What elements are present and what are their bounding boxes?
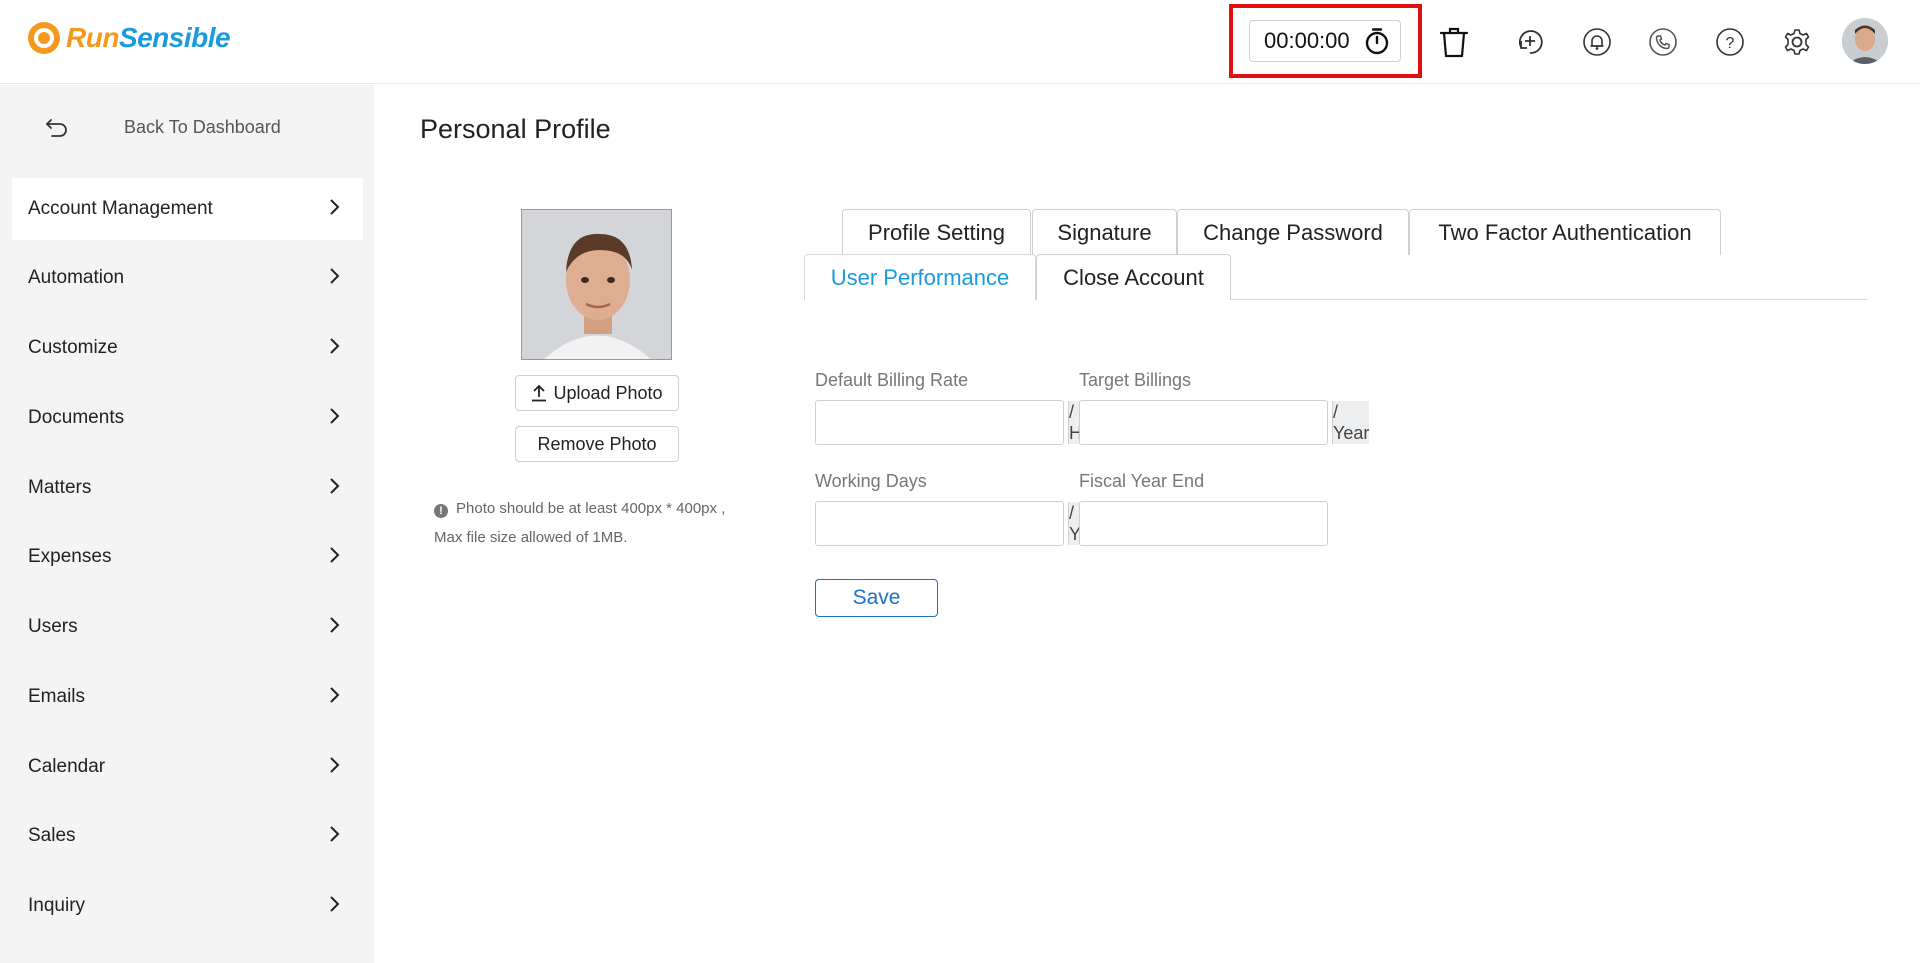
- info-icon: !: [434, 504, 448, 518]
- default-billing-rate-group: / Hr: [815, 400, 1088, 445]
- tab-label: Change Password: [1203, 219, 1383, 245]
- sidebar-item-emails[interactable]: Emails: [12, 666, 363, 728]
- per-year-addon: / Year: [1332, 401, 1370, 444]
- tab-change-password[interactable]: Change Password: [1177, 209, 1409, 255]
- working-days-group: / Year: [815, 501, 1105, 546]
- fiscal-year-end-group: [1079, 501, 1332, 546]
- chevron-right-icon: [330, 199, 340, 215]
- bell-icon[interactable]: [1577, 20, 1617, 64]
- working-days-label: Working Days: [815, 471, 927, 491]
- sidebar-item-label: Emails: [28, 686, 86, 707]
- tab-label: Signature: [1057, 219, 1152, 245]
- chevron-right-icon: [330, 896, 340, 912]
- chevron-right-icon: [330, 687, 340, 703]
- logo-text: RunSensible: [66, 22, 231, 53]
- sidebar-item-users[interactable]: Users: [12, 596, 363, 658]
- upload-icon: [532, 384, 547, 402]
- photo-note-line2: Max file size allowed of 1MB.: [434, 529, 628, 546]
- trash-icon[interactable]: [1434, 20, 1474, 64]
- page-title: Personal Profile: [420, 114, 611, 144]
- logo-icon: [28, 22, 60, 54]
- tab-two-factor-authentication[interactable]: Two Factor Authentication: [1409, 209, 1721, 255]
- sidebar-item-label: Documents: [28, 407, 125, 428]
- chevron-right-icon: [330, 268, 340, 284]
- profile-photo: [521, 209, 672, 360]
- tab-label: Two Factor Authentication: [1438, 219, 1692, 245]
- sidebar-item-label: Matters: [28, 477, 92, 498]
- tab-label: Profile Setting: [868, 219, 1005, 245]
- chevron-right-icon: [330, 547, 340, 563]
- sidebar-item-label: Expenses: [28, 546, 112, 567]
- sidebar-item-documents[interactable]: Documents: [12, 387, 363, 449]
- sidebar-item-label: Automation: [28, 267, 125, 288]
- sidebar-item-label: Account Management: [28, 198, 213, 219]
- stopwatch-icon[interactable]: [1364, 27, 1390, 55]
- photo-note-line1: Photo should be at least 400px * 400px ,: [456, 500, 726, 517]
- target-billings-label: Target Billings: [1079, 370, 1192, 390]
- sidebar-item-customize[interactable]: Customize: [12, 317, 363, 379]
- save-button[interactable]: Save: [815, 579, 938, 617]
- tab-label: Close Account: [1063, 264, 1204, 290]
- chevron-right-icon: [330, 478, 340, 494]
- upload-photo-label: Upload Photo: [553, 382, 663, 403]
- chevron-right-icon: [330, 757, 340, 773]
- remove-photo-button[interactable]: Remove Photo: [515, 426, 679, 462]
- default-billing-rate-label: Default Billing Rate: [815, 370, 969, 390]
- timer-display: 00:00:00: [1264, 28, 1350, 53]
- sidebar: Back To Dashboard Account Management Aut…: [0, 85, 374, 963]
- sidebar-item-label: Inquiry: [28, 895, 86, 916]
- fiscal-year-end-input[interactable]: [1080, 502, 1332, 545]
- sidebar-item-matters[interactable]: Matters: [12, 457, 363, 519]
- sidebar-item-label: Users: [28, 616, 78, 637]
- timer-widget[interactable]: 00:00:00: [1249, 20, 1401, 62]
- sidebar-item-label: Sales: [28, 825, 76, 846]
- upload-photo-button[interactable]: Upload Photo: [515, 375, 679, 411]
- working-days-input[interactable]: [816, 502, 1068, 545]
- gear-icon[interactable]: [1777, 20, 1817, 64]
- sidebar-item-label: Calendar: [28, 756, 106, 777]
- user-avatar[interactable]: [1842, 18, 1888, 64]
- target-billings-input[interactable]: [1080, 401, 1332, 444]
- add-time-icon[interactable]: [1510, 20, 1550, 64]
- target-billings-group: / Year: [1079, 400, 1369, 445]
- photo-requirements-note: ! Photo should be at least 400px * 400px …: [434, 494, 754, 552]
- undo-arrow-icon: [46, 119, 67, 137]
- tab-profile-setting[interactable]: Profile Setting: [842, 209, 1031, 255]
- tab-label: User Performance: [830, 264, 1010, 290]
- chevron-right-icon: [330, 408, 340, 424]
- top-header: RunSensible 00:00:00 ?: [0, 0, 1920, 84]
- back-to-dashboard[interactable]: Back To Dashboard: [44, 109, 364, 145]
- phone-icon[interactable]: [1643, 20, 1683, 64]
- tab-user-performance[interactable]: User Performance: [804, 254, 1036, 300]
- sidebar-item-automation[interactable]: Automation: [12, 247, 363, 309]
- tab-signature[interactable]: Signature: [1032, 209, 1177, 255]
- tab-close-account[interactable]: Close Account: [1036, 254, 1231, 300]
- back-to-dashboard-label: Back To Dashboard: [124, 116, 281, 137]
- sidebar-item-calendar[interactable]: Calendar: [12, 736, 363, 798]
- sidebar-item-account-management[interactable]: Account Management: [12, 178, 363, 240]
- sidebar-item-sales[interactable]: Sales: [12, 805, 363, 867]
- help-icon[interactable]: ?: [1710, 20, 1750, 64]
- sidebar-item-inquiry[interactable]: Inquiry: [12, 875, 363, 937]
- chevron-right-icon: [330, 617, 340, 633]
- default-billing-rate-input[interactable]: [816, 401, 1068, 444]
- sidebar-item-expenses[interactable]: Expenses: [12, 526, 363, 588]
- sidebar-item-label: Customize: [28, 337, 118, 358]
- fiscal-year-end-label: Fiscal Year End: [1079, 471, 1205, 491]
- app-logo[interactable]: RunSensible: [28, 22, 231, 54]
- chevron-right-icon: [330, 338, 340, 354]
- chevron-right-icon: [330, 826, 340, 842]
- svg-text:?: ?: [1726, 35, 1735, 52]
- remove-photo-label: Remove Photo: [537, 433, 657, 454]
